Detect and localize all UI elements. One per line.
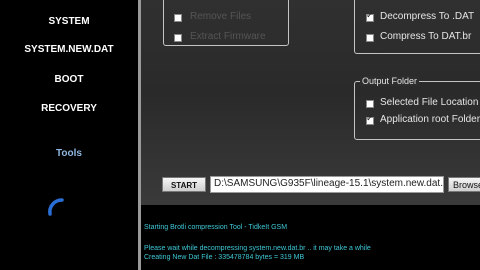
selected-file-location-radio[interactable] bbox=[366, 100, 374, 108]
options-group-left: Remove Files Extract Firmware bbox=[163, 0, 289, 46]
output-folder-title: Output Folder bbox=[360, 76, 420, 86]
remove-files-label: Remove Files bbox=[190, 11, 252, 22]
loading-spinner-icon bbox=[48, 198, 64, 216]
options-group-right: Decompress To .DAT Compress To DAT.br bbox=[354, 0, 480, 54]
log-line: Starting Brotli compression Tool - Tidke… bbox=[144, 224, 288, 231]
selected-file-location-label: Selected File Location bbox=[380, 97, 479, 108]
browse-button[interactable]: Browse bbox=[448, 177, 480, 192]
log-line: Please wait while decompressing system.n… bbox=[144, 245, 371, 252]
compress-to-dat-br-checkbox[interactable] bbox=[366, 34, 374, 42]
application-root-folder-label: Application root Folder bbox=[380, 114, 480, 125]
file-path-input[interactable]: D:\SAMSUNG\G935F\lineage-15.1\system.new… bbox=[210, 176, 444, 193]
sidebar-item-system-new-dat[interactable]: SYSTEM.NEW.DAT bbox=[0, 44, 138, 55]
application-root-folder-radio[interactable] bbox=[366, 114, 374, 125]
sidebar-item-recovery[interactable]: RECOVERY bbox=[0, 103, 138, 114]
output-folder-group: Output Folder Selected File Location App… bbox=[354, 76, 480, 140]
sidebar-item-system[interactable]: SYSTEM bbox=[0, 16, 138, 27]
decompress-to-dat-checkbox[interactable] bbox=[366, 11, 374, 22]
compress-to-dat-br-label: Compress To DAT.br bbox=[380, 31, 472, 42]
extract-firmware-label: Extract Firmware bbox=[190, 31, 266, 42]
decompress-to-dat-label: Decompress To .DAT bbox=[380, 11, 475, 22]
sidebar-item-tools[interactable]: Tools bbox=[0, 148, 138, 159]
main-panel: Remove Files Extract Firmware Decompress… bbox=[141, 0, 480, 205]
log-line: Creating New Dat File : 335478784 bytes … bbox=[144, 254, 305, 261]
extract-firmware-checkbox[interactable] bbox=[174, 34, 182, 42]
start-button[interactable]: START bbox=[162, 177, 206, 192]
sidebar-item-boot[interactable]: BOOT bbox=[0, 74, 138, 85]
sidebar: SYSTEM SYSTEM.NEW.DAT BOOT RECOVERY Tool… bbox=[0, 0, 138, 270]
remove-files-checkbox[interactable] bbox=[174, 14, 182, 22]
